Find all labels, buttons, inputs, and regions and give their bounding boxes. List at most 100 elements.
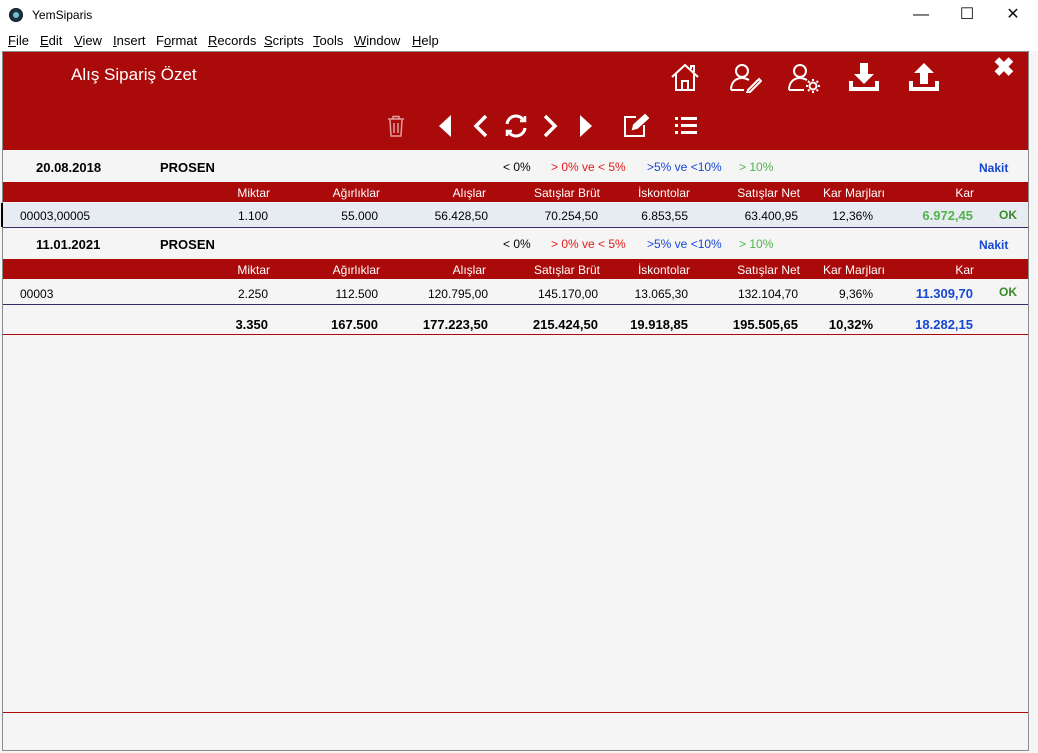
- minimize-button[interactable]: —: [898, 0, 944, 30]
- row-status: OK: [999, 208, 1017, 222]
- col-satislar-brut: Satışlar Brüt: [533, 186, 600, 200]
- row-agirlik: 112.500: [335, 287, 379, 301]
- col-iskontolar: İskontolar: [637, 263, 690, 277]
- row-satis-net: 63.400,95: [744, 209, 798, 223]
- row-divider: [3, 304, 1028, 305]
- row-code: 00003,00005: [20, 209, 91, 223]
- menu-view[interactable]: View: [74, 33, 102, 48]
- refresh-icon[interactable]: [503, 113, 529, 139]
- row-miktar: 1.100: [237, 209, 268, 223]
- last-record-icon[interactable]: [579, 114, 593, 138]
- row-iskonto: 6.853,55: [641, 209, 688, 223]
- total-iskonto: 19.918,85: [630, 317, 688, 332]
- app-icon: [9, 8, 23, 22]
- table-row[interactable]: 00003,00005 1.100 55.000 56.428,50 70.25…: [1, 203, 1028, 227]
- window-title: YemSiparis: [32, 8, 93, 22]
- col-alislar: Alışlar: [452, 263, 486, 277]
- row-satis-brut: 70.254,50: [544, 209, 598, 223]
- row-code: 00003: [20, 287, 54, 301]
- menu-insert[interactable]: Insert: [113, 33, 146, 48]
- total-miktar: 3.350: [235, 317, 268, 332]
- legend-high: > 10%: [739, 160, 774, 174]
- legend-negative: < 0%: [503, 237, 531, 251]
- header-close-icon[interactable]: ✖: [993, 52, 1015, 83]
- row-iskonto: 13.065,30: [634, 287, 688, 301]
- menu-scripts[interactable]: Scripts: [264, 33, 304, 48]
- window-close-button[interactable]: ✕: [990, 0, 1036, 30]
- group-date: 11.01.2021: [36, 237, 101, 252]
- col-satislar-brut: Satışlar Brüt: [533, 263, 600, 277]
- col-satislar-net: Satışlar Net: [737, 263, 800, 277]
- legend-low: > 0% ve < 5%: [551, 160, 626, 174]
- group-date: 20.08.2018: [36, 160, 102, 175]
- group-supplier: PROSEN: [160, 160, 215, 175]
- row-satis-brut: 145.170,00: [537, 287, 598, 301]
- col-miktar: Miktar: [237, 186, 270, 200]
- menu-window[interactable]: Window: [354, 33, 400, 48]
- upload-icon[interactable]: [908, 61, 940, 93]
- row-alis: 120.795,00: [427, 287, 488, 301]
- download-icon[interactable]: [848, 61, 880, 93]
- row-selection-marker: [1, 203, 3, 227]
- col-kar-marjlari: Kar Marjları: [822, 263, 885, 277]
- row-alis: 56.428,50: [434, 209, 488, 223]
- page-header: Alış Sipariş Özet ✖: [3, 52, 1028, 150]
- col-kar: Kar: [955, 263, 974, 277]
- menu-file-rest: ile: [15, 33, 29, 48]
- col-kar-marjlari: Kar Marjları: [822, 186, 885, 200]
- row-status: OK: [999, 285, 1017, 299]
- legend-negative: < 0%: [503, 160, 531, 174]
- trash-icon[interactable]: [387, 115, 405, 137]
- home-icon[interactable]: [669, 61, 701, 93]
- first-record-icon[interactable]: [438, 114, 452, 138]
- menu-tools[interactable]: Tools: [313, 33, 343, 48]
- legend-mid: >5% ve <10%: [647, 160, 722, 174]
- footer-divider: [3, 712, 1028, 713]
- menu-bar: File Edit View Insert Format Records Scr…: [0, 30, 1038, 51]
- page-title: Alış Sipariş Özet: [71, 65, 197, 84]
- row-kar-marji: 12,36%: [832, 209, 873, 223]
- menu-help[interactable]: Help: [412, 33, 439, 48]
- list-icon[interactable]: [675, 115, 697, 137]
- col-miktar: Miktar: [237, 263, 270, 277]
- next-record-icon[interactable]: [542, 114, 558, 138]
- maximize-button[interactable]: ☐: [944, 0, 990, 30]
- row-kar: 6.972,45: [922, 208, 973, 223]
- total-kar: 18.282,15: [915, 317, 973, 332]
- row-kar-marji: 9,36%: [838, 287, 873, 301]
- payment-type: Nakit: [979, 161, 1009, 175]
- menu-file[interactable]: File: [8, 33, 29, 48]
- legend-low: > 0% ve < 5%: [551, 237, 626, 251]
- menu-records[interactable]: Records: [208, 33, 256, 48]
- col-alislar: Alışlar: [452, 186, 486, 200]
- row-miktar: 2.250: [237, 287, 268, 301]
- col-agirliklar: Ağırlıklar: [332, 186, 380, 200]
- table-row[interactable]: 00003 2.250 112.500 120.795,00 145.170,0…: [3, 281, 1028, 305]
- user-settings-icon[interactable]: [787, 61, 821, 93]
- window-titlebar: YemSiparis — ☐ ✕: [0, 0, 1038, 30]
- payment-type: Nakit: [979, 238, 1009, 252]
- legend-mid: >5% ve <10%: [647, 237, 722, 251]
- column-header-row: Miktar Ağırlıklar Alışlar Satışlar Brüt …: [3, 259, 1028, 279]
- row-satis-net: 132.104,70: [737, 287, 798, 301]
- col-satislar-net: Satışlar Net: [737, 186, 800, 200]
- user-edit-icon[interactable]: [728, 61, 762, 93]
- col-agirliklar: Ağırlıklar: [332, 263, 380, 277]
- col-kar: Kar: [955, 186, 974, 200]
- edit-note-icon[interactable]: [623, 114, 649, 138]
- group-header: 20.08.2018 PROSEN < 0% > 0% ve < 5% >5% …: [3, 152, 1028, 182]
- total-satis-brut: 215.424,50: [532, 317, 598, 332]
- column-header-row: Miktar Ağırlıklar Alışlar Satışlar Brüt …: [3, 182, 1028, 202]
- group-header: 11.01.2021 PROSEN < 0% > 0% ve < 5% >5% …: [3, 229, 1028, 259]
- total-satis-net: 195.505,65: [732, 317, 798, 332]
- totals-row: 3.350 167.500 177.223,50 215.424,50 19.9…: [3, 307, 1028, 335]
- menu-format[interactable]: Format: [156, 33, 197, 48]
- total-kar-marji: 10,32%: [828, 317, 873, 332]
- legend-high: > 10%: [739, 237, 774, 251]
- row-divider: [3, 227, 1028, 228]
- menu-edit[interactable]: Edit: [40, 33, 62, 48]
- total-alis: 177.223,50: [422, 317, 488, 332]
- col-iskontolar: İskontolar: [637, 186, 690, 200]
- previous-record-icon[interactable]: [473, 114, 489, 138]
- group-supplier: PROSEN: [160, 237, 215, 252]
